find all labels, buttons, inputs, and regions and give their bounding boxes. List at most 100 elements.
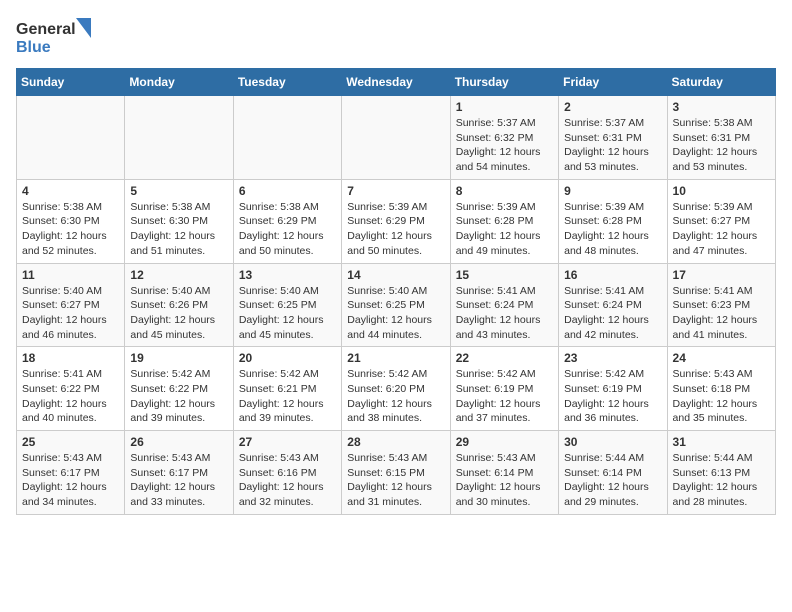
day-number: 3 — [673, 100, 770, 114]
calendar-week-row: 1Sunrise: 5:37 AM Sunset: 6:32 PM Daylig… — [17, 96, 776, 180]
day-number: 24 — [673, 351, 770, 365]
day-number: 21 — [347, 351, 444, 365]
day-number: 30 — [564, 435, 661, 449]
header: GeneralBlue — [16, 16, 776, 56]
weekday-header: Wednesday — [342, 69, 450, 96]
day-info: Sunrise: 5:38 AM Sunset: 6:29 PM Dayligh… — [239, 200, 336, 259]
day-number: 27 — [239, 435, 336, 449]
logo-icon: GeneralBlue — [16, 16, 96, 56]
day-number: 29 — [456, 435, 553, 449]
calendar-cell: 19 Sunrise: 5:42 AM Sunset: 6:22 PM Dayli… — [125, 347, 233, 431]
day-info: Sunrise: 5:41 AM Sunset: 6:22 PM Dayligh… — [22, 367, 119, 426]
calendar-cell: 2 Sunrise: 5:37 AM Sunset: 6:31 PM Daylig… — [559, 96, 667, 180]
day-info: Sunrise: 5:43 AM Sunset: 6:14 PM Dayligh… — [456, 451, 553, 510]
day-info: Sunrise: 5:39 AM Sunset: 6:28 PM Dayligh… — [564, 200, 661, 259]
day-number: 8 — [456, 184, 553, 198]
calendar-cell: 4 Sunrise: 5:38 AM Sunset: 6:30 PM Daylig… — [17, 179, 125, 263]
calendar-cell: 18 Sunrise: 5:41 AM Sunset: 6:22 PM Dayli… — [17, 347, 125, 431]
calendar-cell: 31 Sunrise: 5:44 AM Sunset: 6:13 PM Dayli… — [667, 431, 775, 515]
day-number: 18 — [22, 351, 119, 365]
calendar-cell: 17 Sunrise: 5:41 AM Sunset: 6:23 PM Dayli… — [667, 263, 775, 347]
day-number: 6 — [239, 184, 336, 198]
day-info: Sunrise: 5:43 AM Sunset: 6:18 PM Dayligh… — [673, 367, 770, 426]
calendar-cell: 9 Sunrise: 5:39 AM Sunset: 6:28 PM Daylig… — [559, 179, 667, 263]
calendar-cell: 29 Sunrise: 5:43 AM Sunset: 6:14 PM Dayli… — [450, 431, 558, 515]
calendar-cell: 8 Sunrise: 5:39 AM Sunset: 6:28 PM Daylig… — [450, 179, 558, 263]
day-info: Sunrise: 5:42 AM Sunset: 6:19 PM Dayligh… — [564, 367, 661, 426]
day-info: Sunrise: 5:41 AM Sunset: 6:23 PM Dayligh… — [673, 284, 770, 343]
day-number: 9 — [564, 184, 661, 198]
day-number: 28 — [347, 435, 444, 449]
calendar-cell — [125, 96, 233, 180]
day-info: Sunrise: 5:38 AM Sunset: 6:30 PM Dayligh… — [130, 200, 227, 259]
day-info: Sunrise: 5:44 AM Sunset: 6:14 PM Dayligh… — [564, 451, 661, 510]
day-number: 16 — [564, 268, 661, 282]
weekday-header: Sunday — [17, 69, 125, 96]
day-info: Sunrise: 5:44 AM Sunset: 6:13 PM Dayligh… — [673, 451, 770, 510]
day-number: 26 — [130, 435, 227, 449]
day-number: 22 — [456, 351, 553, 365]
day-number: 31 — [673, 435, 770, 449]
calendar-cell: 5 Sunrise: 5:38 AM Sunset: 6:30 PM Daylig… — [125, 179, 233, 263]
weekday-header: Monday — [125, 69, 233, 96]
day-info: Sunrise: 5:40 AM Sunset: 6:26 PM Dayligh… — [130, 284, 227, 343]
day-number: 20 — [239, 351, 336, 365]
day-info: Sunrise: 5:39 AM Sunset: 6:27 PM Dayligh… — [673, 200, 770, 259]
day-info: Sunrise: 5:40 AM Sunset: 6:27 PM Dayligh… — [22, 284, 119, 343]
svg-text:Blue: Blue — [16, 39, 51, 56]
calendar-cell: 23Sunrise: 5:42 AM Sunset: 6:19 PM Dayli… — [559, 347, 667, 431]
calendar-cell — [17, 96, 125, 180]
day-info: Sunrise: 5:41 AM Sunset: 6:24 PM Dayligh… — [564, 284, 661, 343]
calendar-cell: 26 Sunrise: 5:43 AM Sunset: 6:17 PM Dayli… — [125, 431, 233, 515]
calendar-cell: 3 Sunrise: 5:38 AM Sunset: 6:31 PM Daylig… — [667, 96, 775, 180]
day-info: Sunrise: 5:42 AM Sunset: 6:20 PM Dayligh… — [347, 367, 444, 426]
calendar-cell: 30 Sunrise: 5:44 AM Sunset: 6:14 PM Dayli… — [559, 431, 667, 515]
calendar-cell: 11 Sunrise: 5:40 AM Sunset: 6:27 PM Dayli… — [17, 263, 125, 347]
calendar-cell: 20 Sunrise: 5:42 AM Sunset: 6:21 PM Dayli… — [233, 347, 341, 431]
calendar-cell: 27 Sunrise: 5:43 AM Sunset: 6:16 PM Dayli… — [233, 431, 341, 515]
calendar-cell: 13 Sunrise: 5:40 AM Sunset: 6:25 PM Dayli… — [233, 263, 341, 347]
day-info: Sunrise: 5:37 AM Sunset: 6:31 PM Dayligh… — [564, 116, 661, 175]
calendar-cell — [233, 96, 341, 180]
calendar-cell: 10 Sunrise: 5:39 AM Sunset: 6:27 PM Dayli… — [667, 179, 775, 263]
day-info: Sunrise: 5:39 AM Sunset: 6:29 PM Dayligh… — [347, 200, 444, 259]
weekday-header: Thursday — [450, 69, 558, 96]
day-info: Sunrise: 5:42 AM Sunset: 6:21 PM Dayligh… — [239, 367, 336, 426]
calendar-week-row: 18 Sunrise: 5:41 AM Sunset: 6:22 PM Dayli… — [17, 347, 776, 431]
day-info: Sunrise: 5:38 AM Sunset: 6:30 PM Dayligh… — [22, 200, 119, 259]
day-number: 4 — [22, 184, 119, 198]
day-info: Sunrise: 5:40 AM Sunset: 6:25 PM Dayligh… — [347, 284, 444, 343]
weekday-header: Friday — [559, 69, 667, 96]
day-number: 17 — [673, 268, 770, 282]
day-number: 2 — [564, 100, 661, 114]
day-number: 5 — [130, 184, 227, 198]
day-info: Sunrise: 5:38 AM Sunset: 6:31 PM Dayligh… — [673, 116, 770, 175]
day-number: 15 — [456, 268, 553, 282]
calendar-cell — [342, 96, 450, 180]
calendar-cell: 25Sunrise: 5:43 AM Sunset: 6:17 PM Dayli… — [17, 431, 125, 515]
day-info: Sunrise: 5:40 AM Sunset: 6:25 PM Dayligh… — [239, 284, 336, 343]
svg-text:General: General — [16, 21, 76, 38]
calendar-week-row: 4 Sunrise: 5:38 AM Sunset: 6:30 PM Daylig… — [17, 179, 776, 263]
day-number: 10 — [673, 184, 770, 198]
calendar-cell: 24 Sunrise: 5:43 AM Sunset: 6:18 PM Dayli… — [667, 347, 775, 431]
calendar-cell: 6 Sunrise: 5:38 AM Sunset: 6:29 PM Daylig… — [233, 179, 341, 263]
day-number: 19 — [130, 351, 227, 365]
calendar-cell: 1Sunrise: 5:37 AM Sunset: 6:32 PM Daylig… — [450, 96, 558, 180]
day-number: 12 — [130, 268, 227, 282]
day-info: Sunrise: 5:43 AM Sunset: 6:17 PM Dayligh… — [130, 451, 227, 510]
day-info: Sunrise: 5:42 AM Sunset: 6:19 PM Dayligh… — [456, 367, 553, 426]
day-number: 11 — [22, 268, 119, 282]
day-info: Sunrise: 5:43 AM Sunset: 6:15 PM Dayligh… — [347, 451, 444, 510]
logo: GeneralBlue — [16, 16, 96, 56]
day-info: Sunrise: 5:42 AM Sunset: 6:22 PM Dayligh… — [130, 367, 227, 426]
day-number: 13 — [239, 268, 336, 282]
calendar-cell: 14Sunrise: 5:40 AM Sunset: 6:25 PM Dayli… — [342, 263, 450, 347]
calendar-week-row: 11 Sunrise: 5:40 AM Sunset: 6:27 PM Dayli… — [17, 263, 776, 347]
day-info: Sunrise: 5:39 AM Sunset: 6:28 PM Dayligh… — [456, 200, 553, 259]
day-number: 25 — [22, 435, 119, 449]
day-info: Sunrise: 5:41 AM Sunset: 6:24 PM Dayligh… — [456, 284, 553, 343]
weekday-header: Saturday — [667, 69, 775, 96]
day-info: Sunrise: 5:37 AM Sunset: 6:32 PM Dayligh… — [456, 116, 553, 175]
day-info: Sunrise: 5:43 AM Sunset: 6:16 PM Dayligh… — [239, 451, 336, 510]
